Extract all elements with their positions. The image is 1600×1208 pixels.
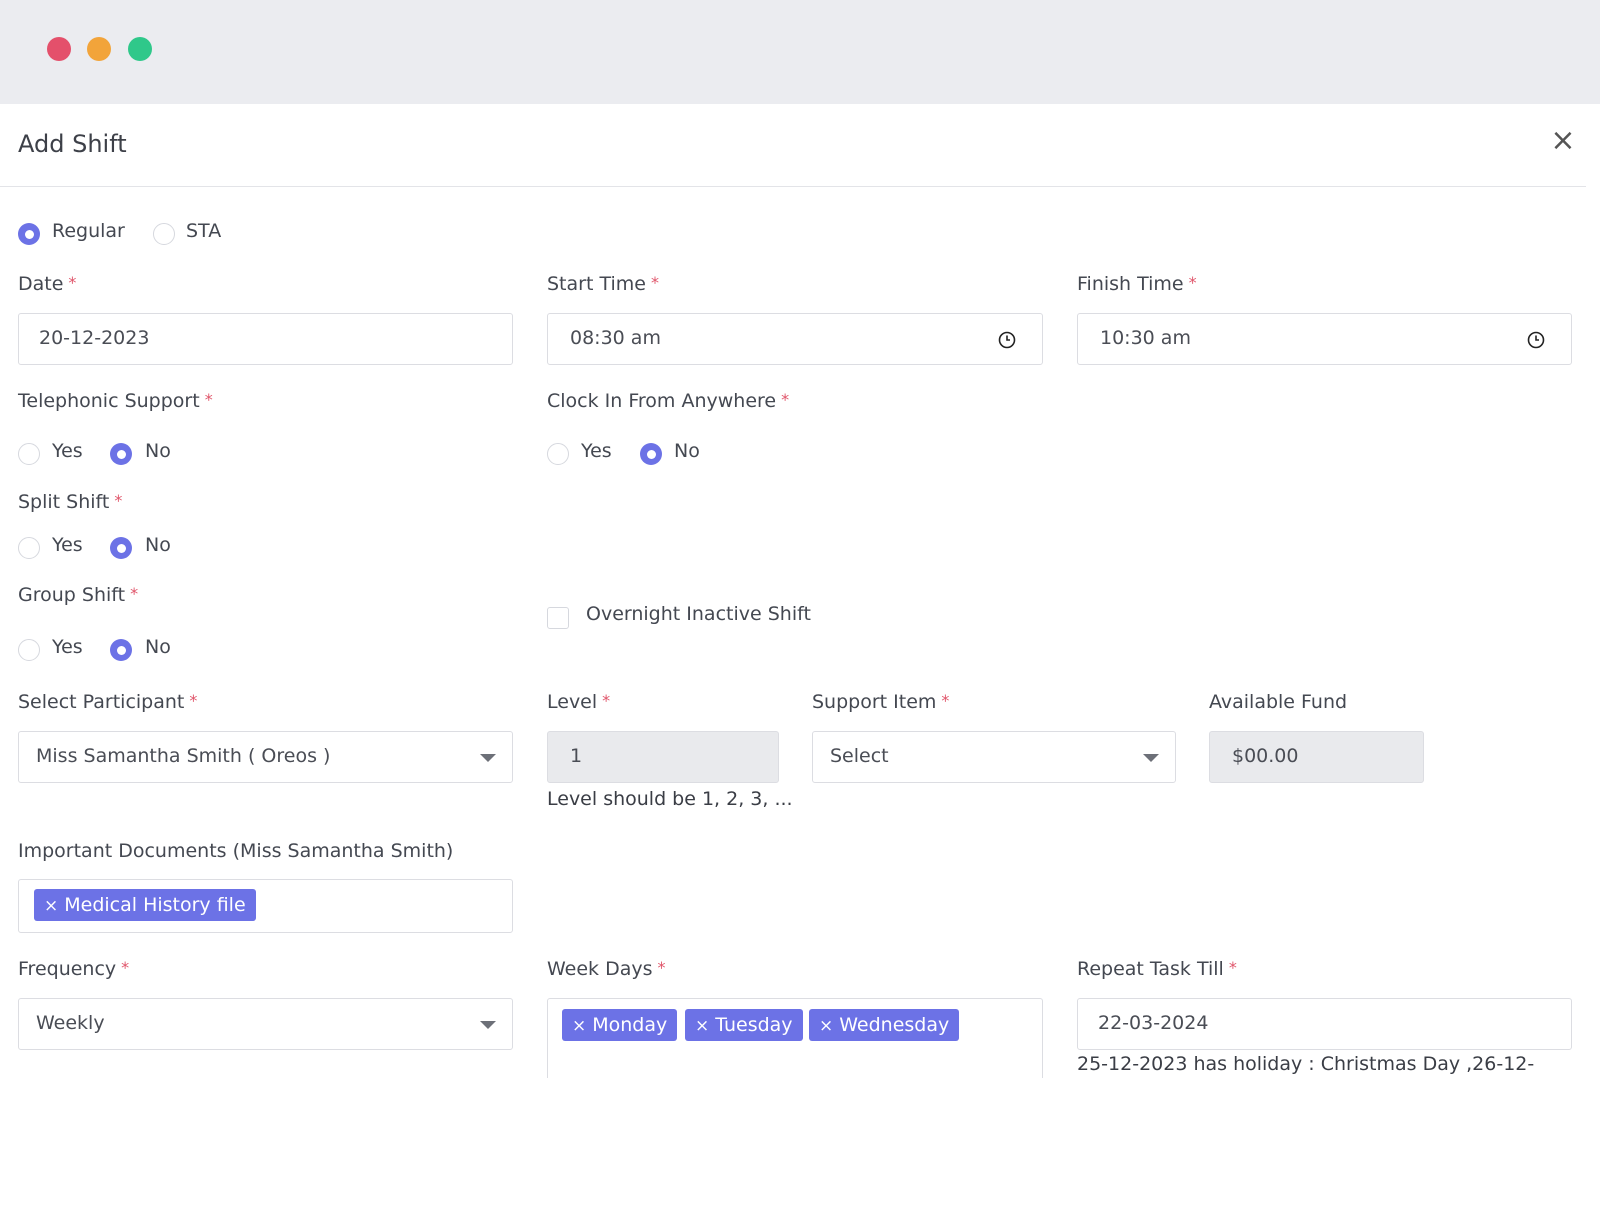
group-shift-yes-radio[interactable]	[18, 639, 40, 661]
holiday-note: 25-12-2023 has holiday : Christmas Day ,…	[1077, 1053, 1535, 1075]
overnight-inactive-label: Overnight Inactive Shift	[586, 603, 811, 625]
start-time-label: Start Time *	[547, 273, 659, 295]
week-days-field[interactable]: × Monday × Tuesday × Wednesday	[547, 998, 1043, 1078]
repeat-till-field[interactable]: 22-03-2024	[1077, 998, 1572, 1050]
chevron-down-icon	[1143, 754, 1159, 762]
documents-field[interactable]: × Medical History file	[18, 879, 513, 933]
support-item-label: Support Item *	[812, 691, 950, 713]
radio-regular[interactable]	[18, 223, 40, 245]
overnight-inactive-checkbox[interactable]	[547, 607, 569, 629]
available-fund-label: Available Fund	[1209, 691, 1348, 713]
telephonic-support-yes-radio[interactable]	[18, 443, 40, 465]
document-tag[interactable]: × Medical History file	[34, 889, 256, 921]
date-label: Date *	[18, 273, 77, 295]
week-day-tag-tuesday[interactable]: × Tuesday	[685, 1009, 803, 1041]
remove-tag-icon[interactable]: ×	[695, 1016, 709, 1036]
window-minimize-button[interactable]	[87, 37, 111, 61]
available-fund-field: $00.00	[1209, 731, 1424, 783]
telephonic-support-no-radio[interactable]	[110, 443, 132, 465]
telephonic-support-no-label: No	[145, 440, 171, 462]
documents-label: Important Documents (Miss Samantha Smith…	[18, 840, 454, 862]
frequency-label: Frequency *	[18, 958, 130, 980]
start-time-field[interactable]: 08:30 am	[547, 313, 1043, 365]
group-shift-yes-label: Yes	[52, 636, 83, 658]
window-close-button[interactable]	[47, 37, 71, 61]
available-fund-value: $00.00	[1232, 745, 1299, 767]
remove-tag-icon[interactable]: ×	[44, 896, 58, 916]
radio-sta-label: STA	[186, 220, 222, 242]
chevron-down-icon	[480, 754, 496, 762]
telephonic-support-label: Telephonic Support *	[18, 390, 213, 412]
window-maximize-button[interactable]	[128, 37, 152, 61]
chevron-down-icon	[480, 1021, 496, 1029]
clock-in-anywhere-no-label: No	[674, 440, 700, 462]
clock-in-anywhere-yes-label: Yes	[581, 440, 612, 462]
radio-regular-label: Regular	[52, 220, 125, 242]
close-icon[interactable]: ×	[1550, 126, 1576, 156]
split-shift-yes-label: Yes	[52, 534, 83, 556]
clock-in-anywhere-yes-radio[interactable]	[547, 443, 569, 465]
group-shift-label: Group Shift *	[18, 584, 139, 606]
clock-in-anywhere-no-radio[interactable]	[640, 443, 662, 465]
level-label: Level *	[547, 691, 611, 713]
telephonic-support-yes-label: Yes	[52, 440, 83, 462]
group-shift-no-label: No	[145, 636, 171, 658]
participant-value: Miss Samantha Smith ( Oreos )	[36, 745, 331, 767]
week-day-tag-monday[interactable]: × Monday	[562, 1009, 678, 1041]
week-days-label: Week Days *	[547, 958, 666, 980]
date-field[interactable]: 20-12-2023	[18, 313, 513, 365]
clock-icon[interactable]	[998, 331, 1016, 349]
participant-select[interactable]: Miss Samantha Smith ( Oreos )	[18, 731, 513, 783]
finish-time-value: 10:30 am	[1100, 327, 1191, 349]
participant-label: Select Participant *	[18, 691, 198, 713]
repeat-till-value: 22-03-2024	[1098, 1012, 1209, 1034]
support-item-value: Select	[830, 745, 889, 767]
split-shift-yes-radio[interactable]	[18, 537, 40, 559]
window-titlebar	[0, 0, 1600, 104]
frequency-select[interactable]: Weekly	[18, 998, 513, 1050]
split-shift-no-label: No	[145, 534, 171, 556]
support-item-select[interactable]: Select	[812, 731, 1176, 783]
start-time-value: 08:30 am	[570, 327, 661, 349]
repeat-till-label: Repeat Task Till *	[1077, 958, 1237, 980]
split-shift-label: Split Shift *	[18, 491, 123, 513]
remove-tag-icon[interactable]: ×	[819, 1016, 833, 1036]
week-day-tag-wednesday[interactable]: × Wednesday	[809, 1009, 960, 1041]
clock-icon[interactable]	[1527, 331, 1545, 349]
modal-title: Add Shift	[18, 130, 127, 158]
date-value: 20-12-2023	[39, 327, 150, 349]
level-hint: Level should be 1, 2, 3, ...	[547, 788, 793, 810]
remove-tag-icon[interactable]: ×	[572, 1016, 586, 1036]
modal-header: Add Shift	[0, 104, 1586, 187]
radio-sta[interactable]	[153, 223, 175, 245]
split-shift-no-radio[interactable]	[110, 537, 132, 559]
finish-time-label: Finish Time *	[1077, 273, 1197, 295]
finish-time-field[interactable]: 10:30 am	[1077, 313, 1572, 365]
frequency-value: Weekly	[36, 1012, 105, 1034]
level-value: 1	[570, 745, 583, 767]
level-field: 1	[547, 731, 779, 783]
group-shift-no-radio[interactable]	[110, 639, 132, 661]
clock-in-anywhere-label: Clock In From Anywhere *	[547, 390, 790, 412]
